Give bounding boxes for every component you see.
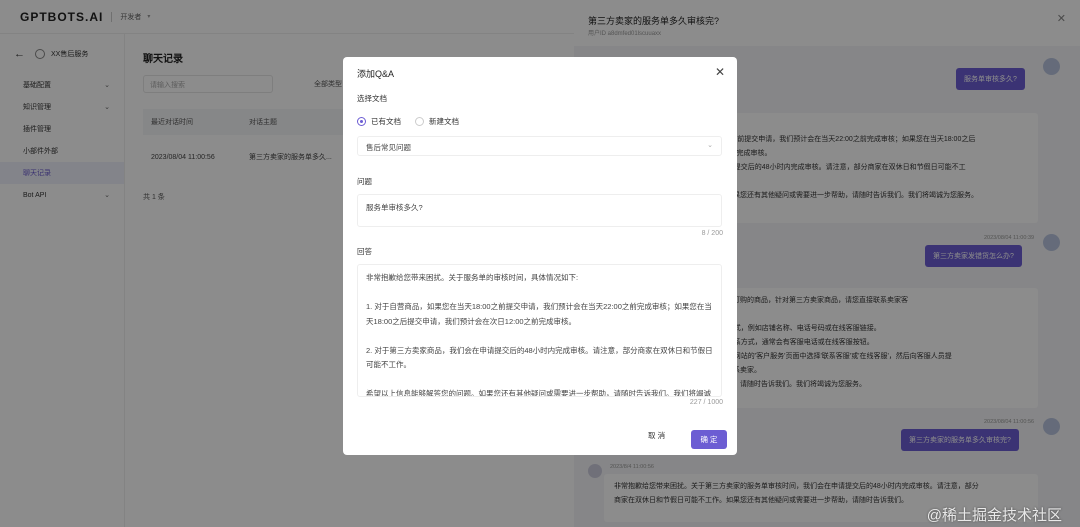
question-input[interactable]: 服务单审核多久?	[357, 194, 722, 227]
document-select[interactable]: 售后常见问题 ⌄	[357, 136, 722, 156]
radio-existing-label[interactable]: 已有文档	[371, 116, 401, 127]
confirm-button[interactable]: 确 定	[691, 430, 727, 449]
answer-input[interactable]: 非常抱歉给您带来困扰。关于服务单的审核时间，具体情况如下: 1. 对于自营商品，…	[357, 264, 722, 397]
question-counter: 8 / 200	[701, 230, 723, 237]
add-qa-modal: 添加Q&A ✕ 选择文档 已有文档 新建文档 售后常见问题 ⌄ 问题 服务单审核…	[343, 57, 737, 455]
radio-new-label[interactable]: 新建文档	[429, 116, 459, 127]
answer-counter: 227 / 1000	[689, 399, 723, 406]
doc-type-radio-group: 已有文档 新建文档	[357, 116, 459, 127]
radio-new-doc[interactable]	[415, 117, 424, 126]
cancel-button[interactable]: 取 消	[648, 430, 665, 441]
radio-existing-doc[interactable]	[357, 117, 366, 126]
choose-doc-label: 选择文档	[357, 94, 387, 103]
selected-document: 售后常见问题	[366, 143, 411, 152]
watermark: @稀土掘金技术社区	[926, 507, 1062, 524]
close-icon[interactable]: ✕	[715, 65, 725, 79]
answer-label: 回答	[357, 247, 372, 256]
modal-title: 添加Q&A	[357, 69, 395, 79]
question-label: 问题	[357, 177, 372, 186]
chevron-down-icon: ⌄	[707, 142, 713, 149]
